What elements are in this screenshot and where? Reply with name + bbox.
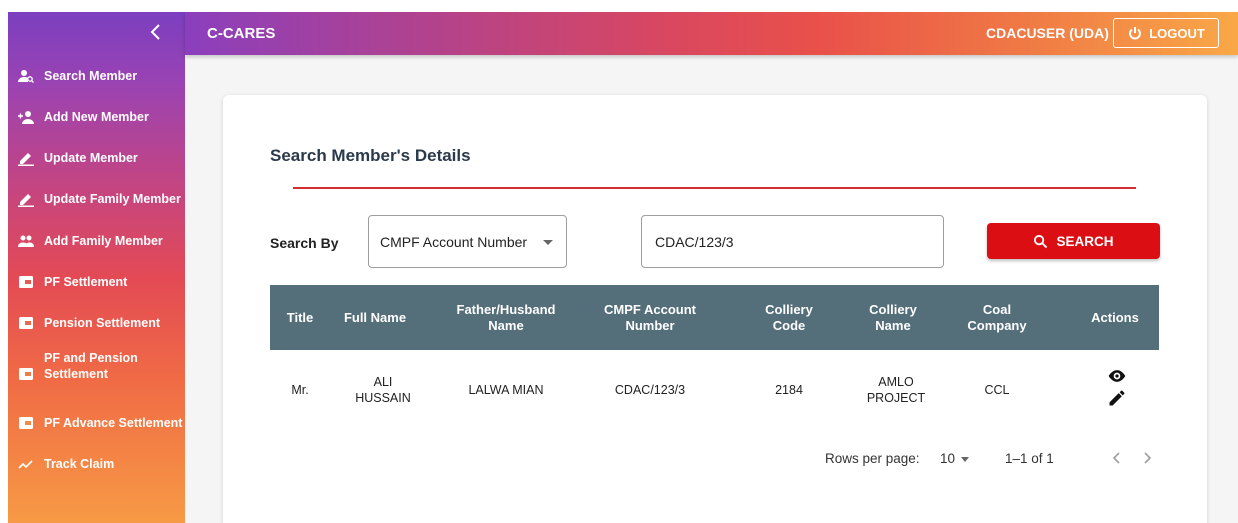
- sidebar-item-label: Update Member: [44, 151, 138, 165]
- next-page-icon[interactable]: [1137, 447, 1157, 469]
- column-header-actions: Actions: [1091, 309, 1139, 325]
- rows-per-page-value: 10: [940, 451, 956, 466]
- sidebar-item-add-family-member[interactable]: Add Family Member: [8, 233, 185, 249]
- collapse-sidebar-icon[interactable]: [144, 20, 168, 44]
- row-actions: [1105, 366, 1129, 410]
- sidebar-item-label: PF Advance Settlement: [44, 416, 183, 430]
- sidebar-item-update-family-member[interactable]: Update Family Member: [8, 191, 185, 207]
- search-card: Search Member's Details Search By CMPF A…: [223, 95, 1207, 523]
- cell-coal-company: CCL: [984, 383, 1010, 397]
- previous-page-icon[interactable]: [1107, 447, 1127, 469]
- sidebar-item-pf-settlement[interactable]: PF Settlement: [8, 274, 185, 290]
- column-header-full-name[interactable]: Full Name: [330, 285, 420, 350]
- cell-cmpf: CDAC/123/3: [614, 383, 686, 397]
- user-name: CDACUSER (UDA): [986, 25, 1109, 41]
- person-search-icon: [18, 68, 34, 84]
- sidebar-item-update-member[interactable]: Update Member: [8, 150, 185, 166]
- rows-per-page-label: Rows per page:: [825, 451, 920, 466]
- view-icon[interactable]: [1107, 366, 1127, 386]
- search-by-value: CMPF Account Number: [380, 234, 528, 250]
- page-title: Search Member's Details: [270, 146, 471, 165]
- cell-title: Mr.: [291, 383, 309, 397]
- wallet-icon: [18, 315, 34, 331]
- sidebar-item-pension-settlement[interactable]: Pension Settlement: [8, 315, 185, 331]
- column-header-colliery-name[interactable]: Colliery Name: [850, 285, 936, 350]
- sidebar-item-search-member[interactable]: Search Member: [8, 68, 185, 84]
- title-divider: [293, 187, 1136, 189]
- dropdown-arrow-icon: [961, 456, 970, 462]
- sidebar-item-label: Update Family Member: [44, 192, 181, 206]
- app-title: C-CARES: [207, 25, 276, 42]
- sidebar-item-label: Pension Settlement: [44, 316, 160, 330]
- pencil-icon: [18, 191, 34, 207]
- search-by-label: Search By: [270, 235, 339, 251]
- cell-colliery-name: AMLO PROJECT: [866, 375, 926, 405]
- column-header-coal-company[interactable]: Coal Company: [960, 285, 1034, 350]
- column-header-title[interactable]: Title: [270, 285, 330, 350]
- wallet-icon: [18, 366, 34, 382]
- sidebar-item-pf-advance-settlement[interactable]: PF Advance Settlement: [8, 415, 185, 431]
- dropdown-arrow-icon: [543, 240, 553, 245]
- sidebar-item-label: Add New Member: [44, 110, 149, 124]
- sidebar-item-add-new-member[interactable]: Add New Member: [8, 109, 185, 125]
- table-row: Mr. ALI HUSSAIN LALWA MIAN CDAC/123/3 21…: [270, 350, 1159, 430]
- search-button-label: SEARCH: [1056, 233, 1114, 249]
- search-button[interactable]: SEARCH: [987, 223, 1160, 259]
- search-icon: [1034, 234, 1048, 248]
- sidebar-item-label: PF Settlement: [44, 275, 128, 289]
- pencil-icon: [18, 150, 34, 166]
- logout-button[interactable]: LOGOUT: [1113, 18, 1219, 48]
- pagination-range: 1–1 of 1: [1005, 451, 1054, 466]
- sidebar-item-label: Add Family Member: [44, 234, 163, 248]
- column-header-cmpf[interactable]: CMPF Account Number: [590, 285, 710, 350]
- sidebar: Search Member Add New Member Update Memb…: [8, 12, 185, 523]
- person-add-icon: [18, 109, 34, 125]
- search-input[interactable]: [641, 215, 944, 268]
- sidebar-item-label: PF and Pension Settlement: [44, 351, 138, 381]
- cell-father-name: LALWA MIAN: [468, 383, 544, 397]
- sidebar-item-track-claim[interactable]: Track Claim: [8, 456, 185, 472]
- column-header-father-name[interactable]: Father/Husband Name: [446, 285, 566, 350]
- sidebar-item-label: Track Claim: [44, 457, 115, 471]
- table-header: Title Full Name Father/Husband Name CMPF…: [270, 285, 1159, 350]
- column-header-colliery-code[interactable]: Colliery Code: [752, 285, 826, 350]
- edit-icon[interactable]: [1107, 388, 1127, 408]
- sidebar-item-label: Search Member: [44, 69, 138, 83]
- search-by-select[interactable]: CMPF Account Number: [368, 215, 567, 268]
- app-frame: Search Member Add New Member Update Memb…: [8, 12, 1238, 523]
- trend-icon: [18, 456, 34, 472]
- cell-colliery-code: 2184: [775, 383, 803, 397]
- sidebar-item-pf-and-pension-settlement[interactable]: PF and Pension Settlement: [8, 351, 185, 382]
- cell-full-name: ALI HUSSAIN: [355, 375, 411, 405]
- logout-label: LOGOUT: [1149, 25, 1205, 41]
- group-icon: [18, 233, 34, 249]
- wallet-icon: [18, 415, 34, 431]
- wallet-icon: [18, 274, 34, 290]
- rows-per-page-select[interactable]: 10: [940, 451, 970, 466]
- power-icon: [1129, 27, 1142, 40]
- top-app-bar: C-CARES CDACUSER (UDA) LOGOUT: [185, 12, 1238, 55]
